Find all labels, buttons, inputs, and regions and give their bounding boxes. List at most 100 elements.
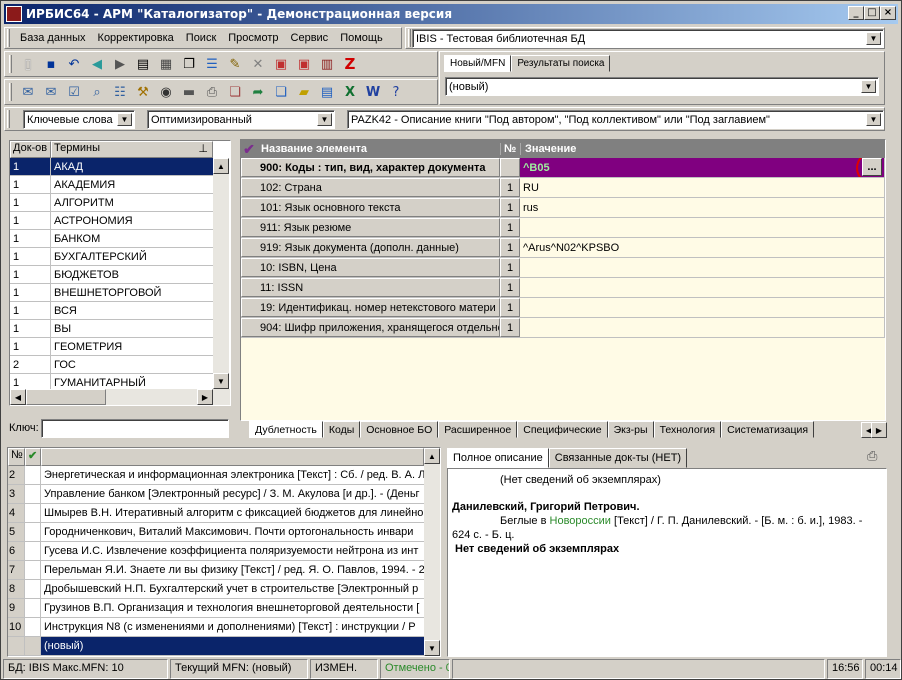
help-book-icon[interactable]: ? [385,81,407,103]
back-icon[interactable]: ◀ [86,53,108,75]
copy-icon[interactable]: ❏ [224,81,246,103]
table-row[interactable]: 102: Страна 1 RU [241,178,885,198]
grid-icon[interactable]: ▦ [155,53,177,75]
tab-copies[interactable]: Экз-ры [607,421,654,438]
row-mark[interactable] [25,485,41,503]
table-row[interactable]: 900: Коды : тип, вид, характер документа… [241,158,885,178]
row-mark[interactable] [25,580,41,598]
z3950-icon[interactable]: Z [339,53,361,75]
row-mark[interactable] [25,542,41,560]
scroll-up-icon[interactable]: ▲ [424,448,440,464]
pages-icon[interactable]: ❏ [270,81,292,103]
layers-icon[interactable]: ❐ [178,53,200,75]
scroll-right-icon[interactable]: ▶ [197,389,213,405]
new-record-icon[interactable]: ▯ [17,53,39,75]
page-icon[interactable]: ▤ [316,81,338,103]
word-icon[interactable]: W [362,81,384,103]
tab-specific[interactable]: Специфические [517,421,608,438]
row-mark[interactable] [25,561,41,579]
terms-vscroll[interactable]: ▲ ▼ [213,158,229,389]
chevron-down-icon[interactable]: ▼ [861,80,876,93]
element-value[interactable]: RU [520,178,885,197]
delete-icon[interactable]: ✕ [247,53,269,75]
table-row[interactable]: 911: Язык резюме 1 [241,218,885,238]
export-icon[interactable]: ▣ [293,53,315,75]
row-mark[interactable] [25,599,41,617]
tab-codes[interactable]: Коды [322,421,361,438]
table-row[interactable]: 7 Перельман Я.И. Знаете ли вы физику [Тек… [8,561,424,580]
tab-search-results[interactable]: Результаты поиска [511,55,611,72]
db-select[interactable]: IBIS - Тестовая библиотечная БД ▼ [412,29,884,48]
tree-icon[interactable]: ☰ [201,53,223,75]
search-doc-icon[interactable]: ⌕ [86,81,108,103]
table-row[interactable]: 4 Шмырев В.Н. Итеративный алгоритм с фикс… [8,504,424,523]
menu-help[interactable]: Помощь [334,32,389,44]
list-item[interactable]: 1 АКАД [10,158,213,176]
list-item[interactable]: 1 АЛГОРИТМ [10,194,213,212]
tab-technology[interactable]: Технология [653,421,722,438]
element-value[interactable] [520,298,885,317]
list-item[interactable]: 1 БЮДЖЕТОВ [10,266,213,284]
open-folder-icon[interactable]: ▰ [293,81,315,103]
message-edit-icon[interactable]: ✉ [40,81,62,103]
mode-select[interactable]: Оптимизированный ▼ [147,110,335,129]
chevron-down-icon[interactable]: ▼ [117,113,132,126]
header-doc-count[interactable]: Док-ов [10,141,51,158]
tab-duplicates[interactable]: Дублетность [249,421,323,438]
list-icon[interactable]: ☷ [109,81,131,103]
edit-icon[interactable]: ✎ [224,53,246,75]
worksheet-select[interactable]: PAZK42 - Описание книги "Под автором", "… [347,110,884,129]
element-value[interactable] [520,218,885,237]
table-row[interactable]: 919: Язык документа (дополн. данные) 1 ^Ar… [241,238,885,258]
list-item[interactable]: 1 АКАДЕМИЯ [10,176,213,194]
table-row[interactable]: 10: ISBN, Цена 1 [241,258,885,278]
move-icon[interactable]: ➦ [247,81,269,103]
row-mark[interactable] [25,466,41,484]
table-row[interactable]: 2 Энергетическая и информационная электро… [8,466,424,485]
chevron-down-icon[interactable]: ▼ [866,113,881,126]
index-select[interactable]: Ключевые слова ▼ [23,110,135,129]
pin-icon[interactable]: ⊥ [198,142,208,155]
list-item[interactable]: 1 ВЫ [10,320,213,338]
desc-link[interactable]: Новороссии [550,515,611,527]
excel-icon[interactable]: X [339,81,361,103]
list-item[interactable]: 1 ГЕОМЕТРИЯ [10,338,213,356]
header-number[interactable]: № [8,448,25,466]
list-item[interactable]: 1 ВСЯ [10,302,213,320]
forward-icon[interactable]: ▶ [109,53,131,75]
undo-icon[interactable]: ↶ [63,53,85,75]
row-mark[interactable] [25,618,41,636]
table-row[interactable]: 9 Грузинов В.П. Организация и технология … [8,599,424,618]
tab-main-bo[interactable]: Основное БО [360,421,439,438]
minimize-button[interactable]: _ [848,6,864,20]
table-row[interactable]: 6 Гусева И.С. Извлечение коэффициента пол… [8,542,424,561]
table-row[interactable]: 11: ISSN 1 [241,278,885,298]
maximize-button[interactable]: □ [864,6,880,20]
check-icon[interactable]: ☑ [63,81,85,103]
list-item[interactable]: 1 БАНКОМ [10,230,213,248]
copy-record-icon[interactable]: ▤ [132,53,154,75]
tab-new-mfn[interactable]: Новый/MFN [444,55,512,72]
menu-edit[interactable]: Корректировка [92,32,180,44]
header-terms[interactable]: Термины ⊥ [51,141,213,158]
preview-icon[interactable]: ◉ [155,81,177,103]
element-value[interactable]: ^B05... [520,158,885,177]
header-value[interactable]: Значение [520,143,885,155]
terms-hscroll[interactable]: ◀ ▶ [10,389,230,405]
hscroll-thumb[interactable] [26,389,106,405]
scroll-up-icon[interactable]: ▲ [213,158,229,174]
row-mark[interactable] [25,523,41,541]
list-item[interactable]: 1 БУХГАЛТЕРСКИЙ [10,248,213,266]
tab-scroll-right-icon[interactable]: ▶ [871,422,887,438]
tab-full-description[interactable]: Полное описание [447,448,549,468]
table-row[interactable]: 5 Городниченкович, Виталий Максимович. По… [8,523,424,542]
chevron-down-icon[interactable]: ▼ [866,32,881,45]
row-mark[interactable] [25,504,41,522]
menu-view[interactable]: Просмотр [222,32,284,44]
element-value[interactable]: ^Arus^N02^KPSBO [520,238,885,257]
book-icon[interactable]: ▥ [316,53,338,75]
chevron-down-icon[interactable]: ▼ [317,113,332,126]
menu-database[interactable]: База данных [14,32,92,44]
table-row[interactable]: 101: Язык основного текста 1 rus [241,198,885,218]
element-value[interactable] [520,278,885,297]
